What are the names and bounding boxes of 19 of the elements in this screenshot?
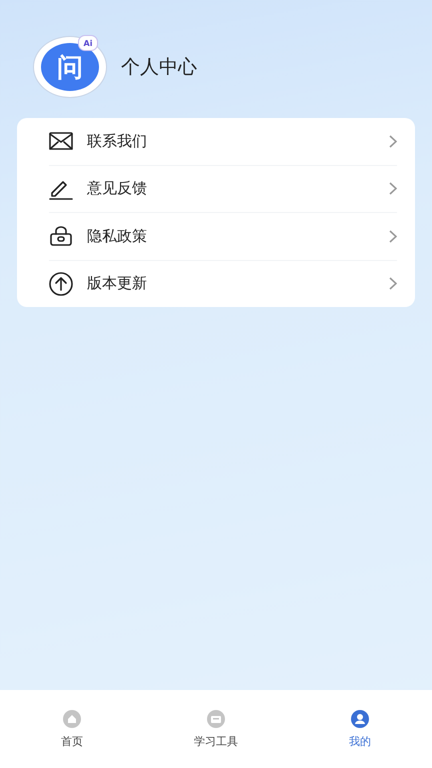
upload-icon — [49, 272, 73, 296]
chevron-icon — [389, 134, 397, 148]
home-icon — [63, 710, 81, 728]
user-icon — [351, 710, 369, 728]
chevron-icon — [389, 182, 397, 196]
menu-item[interactable]: 版本更新 — [87, 274, 375, 294]
mail-icon — [49, 132, 73, 150]
nav-tab[interactable]: 我的 — [288, 710, 432, 749]
nav-tab[interactable]: 学习工具 — [144, 710, 288, 749]
chevron-icon — [389, 277, 397, 290]
page-title: 个人中心 — [121, 55, 197, 80]
nav-tab[interactable]: 首页 — [0, 710, 144, 749]
app-logo: 问 Ai — [33, 36, 107, 98]
lock-icon — [50, 226, 72, 246]
menu-item[interactable]: 联系我们 — [87, 132, 375, 151]
briefcase-icon — [207, 710, 225, 728]
menu-item[interactable]: 隐私政策 — [87, 226, 375, 246]
chevron-icon — [389, 230, 397, 243]
menu-item[interactable]: 意见反馈 — [87, 179, 375, 198]
